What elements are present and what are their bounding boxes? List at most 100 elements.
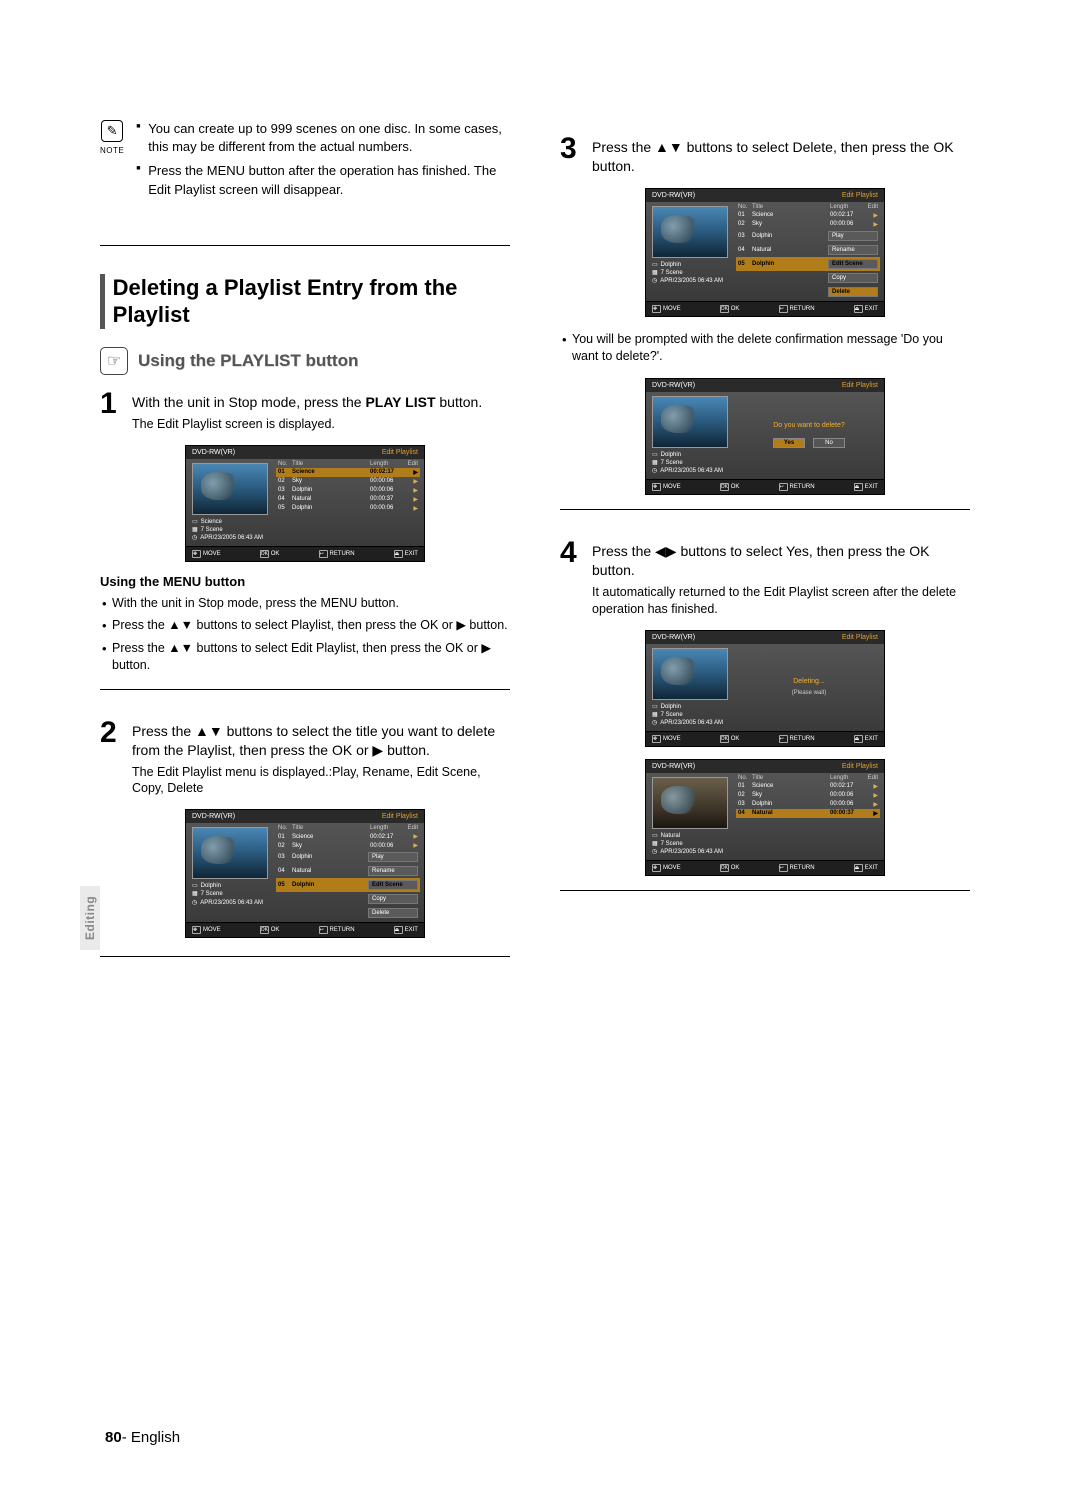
osd-scenes: 7 Scene (201, 890, 223, 898)
page-columns: ✎ NOTE You can create up to 999 scenes o… (100, 120, 980, 985)
scene-icon: ▦ (652, 711, 658, 719)
col-no: No. (278, 461, 292, 467)
note-item: Press the MENU button after the operatio… (136, 162, 510, 198)
osd-row: 05DolphinEdit Scene (276, 878, 420, 892)
step-1: 1 With the unit in Stop mode, press the … (100, 389, 510, 433)
osd-row: 01Science00:02:17▶ (276, 832, 420, 841)
osd-row: Delete (736, 285, 880, 299)
osd-disc-label: DVD-RW(VR) (652, 192, 695, 199)
list-item: Press the ▲▼ buttons to select Edit Play… (100, 640, 510, 675)
scene-icon: ▦ (652, 840, 658, 848)
osd-row: 01Science00:02:17▶ (736, 211, 880, 220)
ok-icon: OK (720, 305, 729, 313)
confirm-prompt: Do you want to delete? (773, 422, 845, 429)
subhead-row: ☞ Using the PLAYLIST button (100, 347, 510, 375)
please-wait-text: (Please wait) (792, 690, 827, 696)
osd-screenshot-4: DVD-RW(VR) Edit Playlist ▭Dolphin ▦7 Sce… (645, 378, 885, 495)
step-text: button. (436, 394, 483, 410)
page-number: 80 (105, 1429, 122, 1446)
osd-mode-label: Edit Playlist (842, 192, 878, 199)
step-text: Press the ◀▶ buttons to select Yes, then… (592, 543, 930, 578)
list-item: You will be prompted with the delete con… (560, 331, 970, 366)
return-icon: ↩ (779, 305, 788, 313)
exit-icon: ⏏ (854, 305, 863, 313)
confirm-bullet-list: You will be prompted with the delete con… (560, 331, 970, 366)
ok-icon: OK (720, 864, 729, 872)
osd-mode-label: Edit Playlist (382, 813, 418, 820)
osd-row: 02Sky00:00:06▶ (736, 220, 880, 229)
osd-screenshot-3: DVD-RW(VR) Edit Playlist ▭Dolphin ▦7 Sce… (645, 188, 885, 317)
move-icon: ✥ (652, 864, 661, 872)
page-language: English (131, 1429, 180, 1446)
divider (100, 956, 510, 957)
osd-screenshot-6: DVD-RW(VR) Edit Playlist ▭Natural ▦7 Sce… (645, 759, 885, 876)
step-number: 1 (100, 389, 122, 433)
clock-icon: ◷ (192, 534, 197, 542)
col-edit: Edit (404, 461, 418, 467)
osd-thumb-image (652, 777, 728, 829)
hand-icon: ☞ (100, 347, 128, 375)
return-icon: ↩ (779, 735, 788, 743)
step-subtext: It automatically returned to the Edit Pl… (592, 584, 970, 618)
note-content: You can create up to 999 scenes on one d… (136, 120, 510, 205)
subhead-text: Using the PLAYLIST button (138, 351, 358, 371)
osd-thumb-image (652, 648, 728, 700)
osd-row: 01Science00:02:17▶ (736, 782, 880, 791)
ok-icon: OK (260, 550, 269, 558)
osd-row: 04Natural00:00:37▶ (736, 809, 880, 818)
osd-row: 03DolphinPlay (736, 229, 880, 243)
osd-row: Copy (736, 271, 880, 285)
divider (560, 509, 970, 510)
playlist-icon: ▭ (652, 832, 658, 840)
move-icon: ✥ (192, 550, 201, 558)
osd-screenshot-2: DVD-RW(VR) Edit Playlist ▭Dolphin ▦7 Sce… (185, 809, 425, 938)
osd-screenshot-5: DVD-RW(VR) Edit Playlist ▭Dolphin ▦7 Sce… (645, 630, 885, 747)
return-icon: ↩ (779, 483, 788, 491)
scene-icon: ▦ (192, 526, 198, 534)
col-title: Title (292, 461, 370, 467)
yes-button: Yes (773, 438, 805, 448)
note-block: ✎ NOTE You can create up to 999 scenes o… (100, 120, 510, 205)
osd-disc-label: DVD-RW(VR) (192, 813, 235, 820)
clock-icon: ◷ (652, 467, 657, 475)
move-icon: ✥ (652, 735, 661, 743)
scene-icon: ▦ (652, 459, 658, 467)
no-button: No (813, 438, 845, 448)
osd-mode-label: Edit Playlist (382, 449, 418, 456)
osd-disc-label: DVD-RW(VR) (192, 449, 235, 456)
divider (100, 245, 510, 246)
playlist-icon: ▭ (652, 703, 658, 711)
clock-icon: ◷ (652, 277, 657, 285)
playlist-icon: ▭ (652, 451, 658, 459)
note-item: You can create up to 999 scenes on one d… (136, 120, 510, 156)
step-text-bold: PLAY LIST (365, 394, 435, 410)
pencil-icon: ✎ (101, 120, 123, 142)
section-title: Deleting a Playlist Entry from the Playl… (113, 274, 510, 329)
osd-row: 04Natural00:00:37▶ (276, 495, 420, 504)
osd-screenshot-1: DVD-RW(VR) Edit Playlist ▭Science ▦7 Sce… (185, 445, 425, 562)
playlist-icon: ▭ (192, 882, 198, 890)
osd-row: 03Dolphin00:00:06▶ (736, 800, 880, 809)
osd-current-name: Dolphin (661, 261, 681, 269)
step-4: 4 Press the ◀▶ buttons to select Yes, th… (560, 538, 970, 618)
col-length: Length (370, 461, 404, 467)
deleting-text: Deleting... (793, 678, 825, 685)
osd-row: 02Sky00:00:06▶ (736, 791, 880, 800)
ok-icon: OK (720, 735, 729, 743)
step-number: 3 (560, 134, 582, 176)
osd-row: 05Dolphin00:00:06▶ (276, 504, 420, 513)
osd-row: 01Science00:02:17▶ (276, 468, 420, 477)
page-footer: 80- English (105, 1429, 180, 1446)
playlist-icon: ▭ (192, 518, 198, 526)
osd-row: 04NaturalRename (736, 243, 880, 257)
step-number: 4 (560, 538, 582, 618)
osd-row: 03Dolphin00:00:06▶ (276, 486, 420, 495)
osd-timestamp: APR/23/2005 06:43 AM (200, 534, 263, 542)
list-item: Press the ▲▼ buttons to select Playlist,… (100, 617, 510, 635)
divider (560, 890, 970, 891)
ok-icon: OK (720, 483, 729, 491)
osd-thumb-image (652, 206, 728, 258)
right-column: 3 Press the ▲▼ buttons to select Delete,… (560, 120, 970, 985)
clock-icon: ◷ (652, 719, 657, 727)
step-subtext: The Edit Playlist screen is displayed. (132, 416, 510, 433)
